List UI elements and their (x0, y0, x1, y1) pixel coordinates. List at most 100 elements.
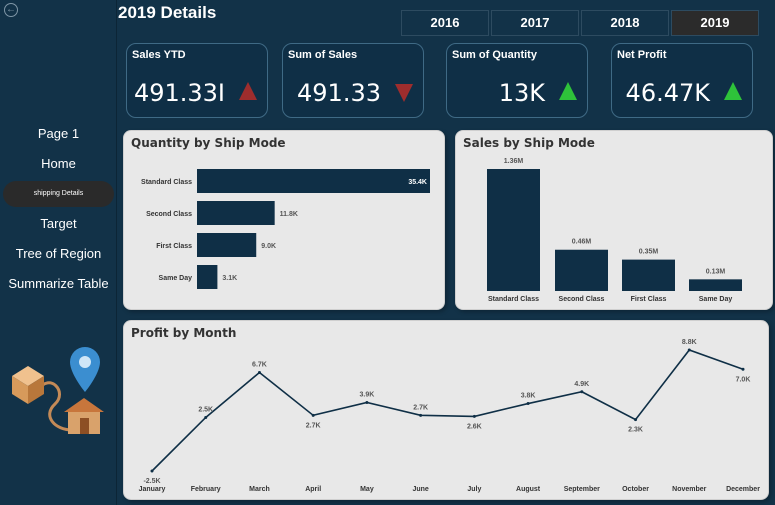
nav-item-home[interactable]: Home (0, 151, 117, 181)
data-label: -2.5K (143, 478, 160, 485)
kpi-label: Sales YTD (132, 49, 186, 61)
kpi-value: 491.33 (297, 79, 381, 107)
category-label: Standard Class (488, 296, 539, 303)
category-label: Standard Class (141, 179, 192, 186)
data-label: 0.13M (706, 268, 726, 275)
trend-up-icon (724, 82, 742, 100)
data-point (634, 418, 638, 422)
kpi-card-sum-of-quantity: Sum of Quantity 13K (446, 43, 588, 118)
category-label: Same Day (699, 296, 733, 303)
month-label: September (564, 486, 600, 493)
kpi-label: Net Profit (617, 49, 667, 61)
column (622, 259, 675, 291)
kpi-value: 13K (498, 79, 545, 107)
column (555, 249, 608, 291)
category-label: First Class (631, 296, 667, 303)
data-label: 9.0K (261, 243, 276, 250)
year-2016-button[interactable]: 2016 (401, 10, 489, 36)
month-label: October (622, 486, 649, 493)
trend-up-icon (559, 82, 577, 100)
data-label: 35.4K (408, 179, 427, 186)
trend-down-icon (395, 84, 413, 102)
kpi-card-sales-ytd: Sales YTD 491.33I (126, 43, 268, 118)
data-point (365, 400, 369, 404)
nav-item-tree-of-region[interactable]: Tree of Region (0, 241, 117, 271)
bar (197, 265, 218, 289)
month-label: February (191, 486, 221, 493)
nav-item-target[interactable]: Target (0, 211, 117, 241)
data-label: 0.46M (572, 239, 592, 246)
data-label: 3.1K (222, 275, 237, 282)
data-label: 1.36M (504, 158, 524, 165)
profit-line (151, 349, 744, 472)
sales-by-ship-mode-card[interactable]: Sales by Ship Mode 1.36M Standard Class 0.… (455, 130, 773, 310)
month-label: November (672, 486, 707, 493)
trend-up-icon (239, 82, 257, 100)
year-2018-button[interactable]: 2018 (581, 10, 669, 36)
data-point (472, 414, 476, 418)
data-point (741, 367, 745, 371)
bar (197, 233, 257, 257)
nav-item-page-1[interactable]: Page 1 (0, 121, 117, 151)
data-label: 3.9K (360, 391, 375, 398)
year-slicer: 2016 2017 2018 2019 (401, 10, 759, 36)
column (689, 279, 742, 291)
month-label: May (360, 486, 374, 493)
nav-menu: Page 1 Home shipping Details Target Tree… (0, 121, 117, 301)
month-label: March (249, 486, 270, 493)
shipping-logo-icon (12, 347, 104, 434)
data-point (257, 370, 261, 374)
sidebar: ← Page 1 Home shipping Details Target Tr… (0, 0, 117, 505)
kpi-card-net-profit: Net Profit 46.47K (611, 43, 753, 118)
category-label: First Class (156, 243, 192, 250)
month-label: August (516, 486, 541, 493)
data-point (204, 415, 208, 419)
month-label: July (467, 486, 481, 493)
data-label: 2.5K (198, 406, 213, 413)
main-area: 2019 Details 2016 2017 2018 2019 Sales Y… (117, 0, 775, 505)
data-label: 7.0K (736, 376, 751, 383)
back-arrow-icon[interactable]: ← (4, 3, 18, 17)
data-label: 0.35M (639, 249, 659, 256)
nav-item-summarize-table[interactable]: Summarize Table (0, 271, 117, 301)
kpi-value: 46.47K (625, 79, 710, 107)
category-label: Second Class (146, 211, 192, 218)
data-point (580, 390, 584, 394)
data-label: 2.7K (413, 404, 428, 411)
quantity-by-ship-mode-card[interactable]: Quantity by Ship Mode Standard Class 35.4… (123, 130, 445, 310)
month-label: January (139, 486, 166, 493)
data-label: 2.3K (628, 427, 643, 434)
column (487, 169, 540, 291)
kpi-label: Sum of Quantity (452, 49, 537, 61)
month-label: April (305, 486, 321, 493)
month-label: December (726, 486, 760, 493)
kpi-value: 491.33I (133, 79, 225, 107)
data-label: 4.9K (574, 381, 589, 388)
bar (197, 201, 275, 225)
data-point (150, 469, 154, 473)
quantity-bar-chart: Standard Class 35.4K Second Class 11.8K Firs… (141, 169, 430, 289)
year-2017-button[interactable]: 2017 (491, 10, 579, 36)
kpi-label: Sum of Sales (288, 49, 358, 61)
data-label: 8.8K (682, 339, 697, 346)
data-label: 6.7K (252, 361, 267, 368)
year-2019-button[interactable]: 2019 (671, 10, 759, 36)
profit-by-month-card[interactable]: Profit by Month -2.5K January 2.5K February… (123, 320, 769, 500)
month-label: June (412, 486, 428, 493)
profit-line-chart: -2.5KJanuary 2.5K February 6.7K March 2.7K Apr… (139, 339, 761, 493)
data-point (419, 413, 423, 417)
data-point (311, 413, 315, 417)
data-label: 2.6K (467, 423, 482, 430)
data-label: 3.8K (521, 393, 536, 400)
sales-column-chart: 1.36M Standard Class 0.46M Second Class 0.35… (487, 158, 742, 303)
data-point (687, 348, 691, 352)
data-label: 2.7K (306, 422, 321, 429)
category-label: Same Day (159, 275, 193, 282)
category-label: Second Class (559, 296, 605, 303)
page-title: 2019 Details (118, 3, 217, 22)
data-label: 11.8K (280, 211, 298, 218)
kpi-card-sum-of-sales: Sum of Sales 491.33 (282, 43, 424, 118)
data-point (526, 402, 530, 406)
nav-item-shipping-details[interactable]: shipping Details (3, 181, 114, 207)
bar (197, 169, 430, 193)
